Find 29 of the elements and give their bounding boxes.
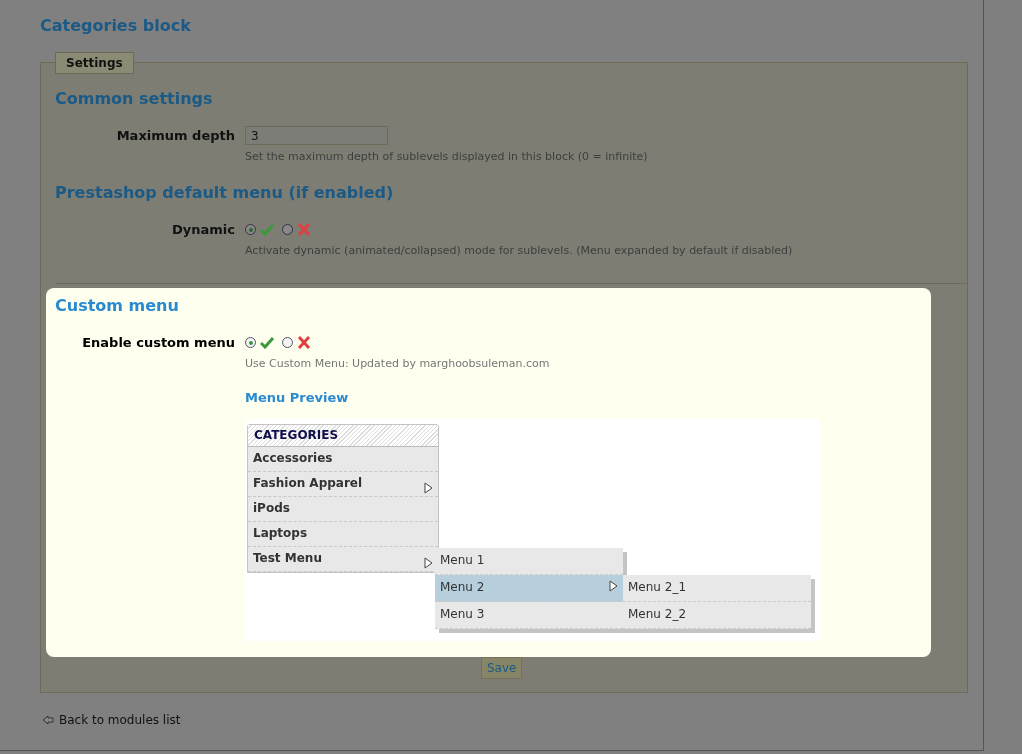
cross-icon [297,223,311,236]
help-text: Set the maximum depth of sublevels displayed in this block (0 = infinite) [245,150,648,163]
menu-item[interactable]: Laptops [248,522,438,547]
radio-button[interactable] [282,337,293,348]
checkmark-icon [260,336,274,349]
text-field[interactable]: 3 [245,126,388,145]
page-title: Categories block [40,16,192,35]
section-heading: Custom menu [55,296,180,315]
submenu-item[interactable]: Menu 2 [435,575,623,602]
checkmark-icon [260,223,274,236]
radio-button[interactable] [245,337,256,348]
field-label: Dynamic [171,221,236,237]
help-text: Activate dynamic (animated/collapsed) mode for sublevels. (Menu expanded by default if disabled) [245,244,793,257]
menu-item[interactable]: iPods [248,497,438,522]
left-arrow-icon [42,715,54,725]
back-link[interactable]: Back to modules list [42,713,967,727]
menu-header: CATEGORIES [248,425,438,447]
preview-title: Menu Preview [245,390,350,405]
radio-button[interactable] [282,224,293,235]
menu-item[interactable]: Fashion Apparel [248,472,438,497]
settings-legend: Settings [55,52,134,74]
help-text: Use Custom Menu: Updated by marghoobsuleman.com [245,357,550,370]
menu-item[interactable]: Accessories [248,447,438,472]
field-label: Enable custom menu [81,334,236,350]
cross-icon [297,336,311,349]
field-label: Maximum depth [115,127,236,143]
section-heading: Common settings [55,89,214,108]
section-heading: Prestashop default menu (if enabled) [55,183,395,202]
radio-button[interactable] [245,224,256,235]
